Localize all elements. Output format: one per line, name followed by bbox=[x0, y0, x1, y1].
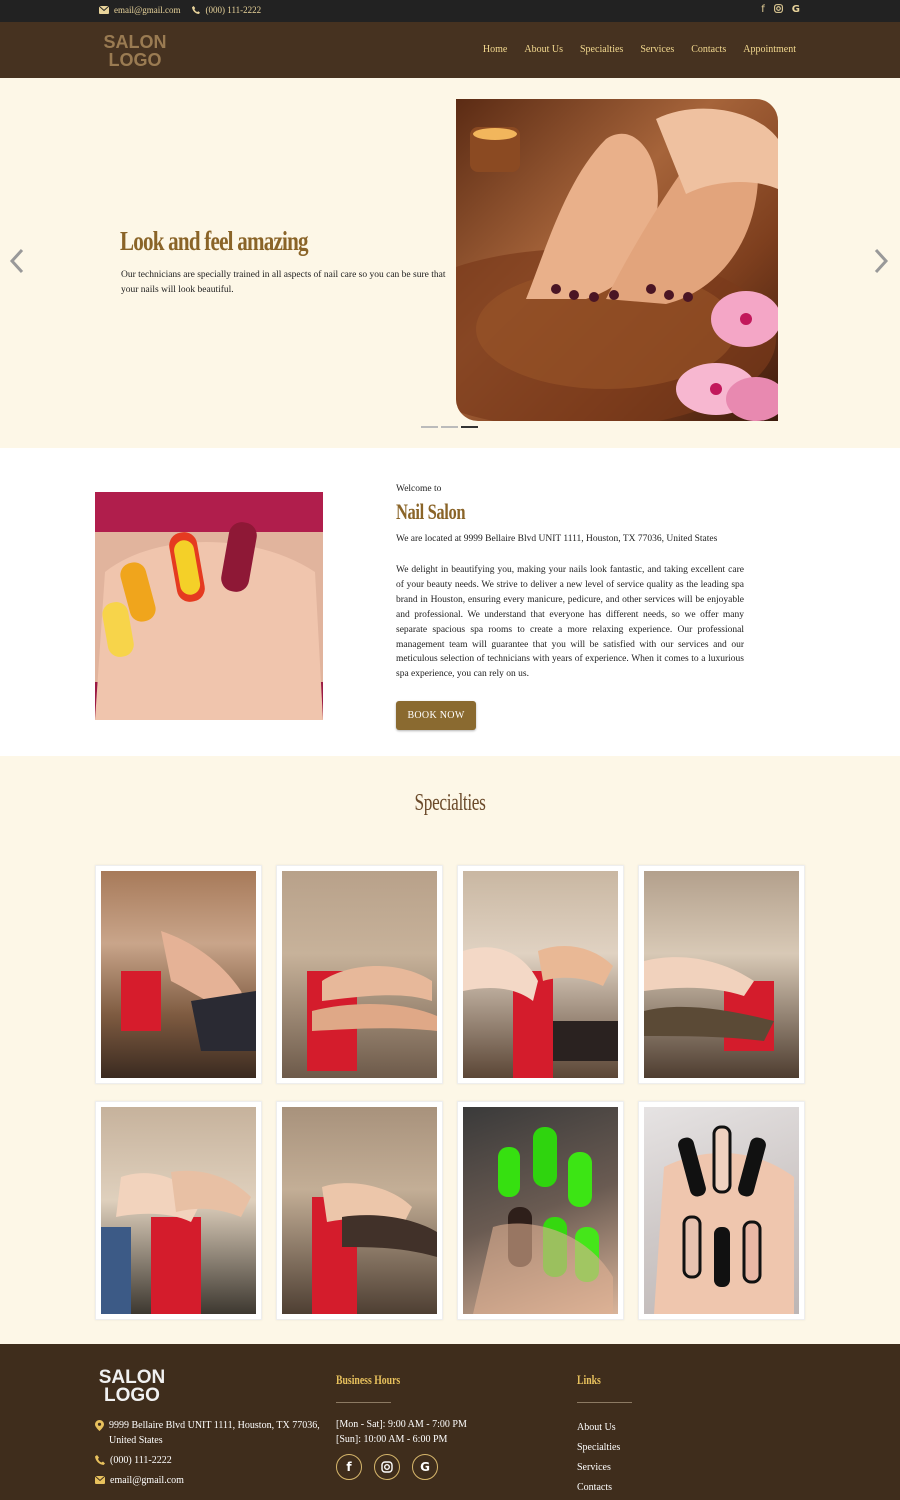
specialties-title: Specialties bbox=[414, 790, 486, 816]
google-icon[interactable]: G bbox=[412, 1454, 438, 1480]
nav-contacts[interactable]: Contacts bbox=[691, 44, 726, 55]
top-contact: email@gmail.com (000) 111-2222 bbox=[99, 5, 261, 15]
specialty-card[interactable] bbox=[457, 865, 624, 1084]
top-social: f G bbox=[761, 4, 800, 16]
specialty-card[interactable] bbox=[95, 865, 262, 1084]
footer-logo-line2: LOGO bbox=[104, 1385, 160, 1406]
footer-links: About Us Specialties Services Contacts bbox=[577, 1418, 620, 1498]
business-hours-title: Business Hours bbox=[336, 1372, 401, 1387]
about-section: Welcome to Nail Salon We are located at … bbox=[0, 448, 900, 756]
specialty-photo bbox=[644, 871, 799, 1078]
hours-mon-sat: [Mon - Sat]: 9:00 AM - 7:00 PM bbox=[336, 1419, 467, 1430]
divider bbox=[577, 1402, 632, 1403]
specialty-card[interactable] bbox=[276, 865, 443, 1084]
hero-title: Look and feel amazing bbox=[120, 226, 309, 256]
slide-indicator-1[interactable] bbox=[421, 426, 438, 428]
logo[interactable]: SALON LOGO bbox=[100, 33, 170, 69]
phone-icon bbox=[95, 1455, 105, 1465]
chevron-right-icon[interactable] bbox=[872, 248, 890, 274]
specialty-photo bbox=[282, 1107, 437, 1314]
footer-contact: 9999 Bellaire Blvd UNIT 1111, Houston, T… bbox=[95, 1418, 330, 1493]
specialty-photo bbox=[282, 871, 437, 1078]
footer-logo[interactable]: SALON LOGO bbox=[97, 1368, 167, 1406]
map-pin-icon bbox=[95, 1420, 104, 1431]
hours-sun: [Sun]: 10:00 AM - 6:00 PM bbox=[336, 1434, 448, 1445]
divider bbox=[336, 1402, 391, 1403]
specialty-photo bbox=[101, 871, 256, 1078]
envelope-icon bbox=[95, 1476, 105, 1484]
business-hours: [Mon - Sat]: 9:00 AM - 7:00 PM [Sun]: 10… bbox=[336, 1417, 467, 1447]
google-icon[interactable]: G bbox=[792, 4, 800, 16]
slider-indicators bbox=[421, 426, 478, 428]
slide-indicator-3[interactable] bbox=[461, 426, 478, 428]
links-title: Links bbox=[577, 1372, 601, 1387]
about-address: We are located at 9999 Bellaire Blvd UNI… bbox=[396, 534, 718, 544]
envelope-icon bbox=[99, 6, 109, 14]
top-phone[interactable]: (000) 111-2222 bbox=[191, 5, 262, 15]
specialty-card[interactable] bbox=[638, 865, 805, 1084]
footer: SALON LOGO 9999 Bellaire Blvd UNIT 1111,… bbox=[0, 1344, 900, 1500]
hero-slider: Look and feel amazing Our technicians ar… bbox=[0, 78, 900, 448]
facebook-icon[interactable]: f bbox=[761, 4, 765, 16]
book-now-button[interactable]: BOOK NOW bbox=[396, 701, 476, 730]
footer-link-about-us[interactable]: About Us bbox=[577, 1418, 620, 1438]
hero-text: Our technicians are specially trained in… bbox=[121, 270, 446, 295]
instagram-icon[interactable] bbox=[374, 1454, 400, 1480]
specialty-card[interactable] bbox=[95, 1101, 262, 1320]
nav-services[interactable]: Services bbox=[640, 44, 674, 55]
about-description: We delight in beautifying you, making yo… bbox=[396, 565, 744, 680]
instagram-icon[interactable] bbox=[773, 4, 783, 16]
specialty-photo bbox=[463, 871, 618, 1078]
main-nav: Home About Us Specialties Services Conta… bbox=[483, 44, 796, 55]
specialty-card[interactable] bbox=[276, 1101, 443, 1320]
footer-social: f G bbox=[336, 1454, 438, 1480]
footer-address: 9999 Bellaire Blvd UNIT 1111, Houston, T… bbox=[109, 1420, 320, 1446]
nav-specialties[interactable]: Specialties bbox=[580, 44, 623, 55]
nav-home[interactable]: Home bbox=[483, 44, 507, 55]
footer-link-contacts[interactable]: Contacts bbox=[577, 1478, 620, 1498]
slide-indicator-2[interactable] bbox=[441, 426, 458, 428]
welcome-text: Welcome to bbox=[396, 484, 442, 494]
footer-link-specialties[interactable]: Specialties bbox=[577, 1438, 620, 1458]
header: SALON LOGO Home About Us Specialties Ser… bbox=[0, 22, 900, 78]
top-phone-text: (000) 111-2222 bbox=[205, 5, 262, 15]
footer-email[interactable]: email@gmail.com bbox=[110, 1473, 184, 1488]
about-image bbox=[95, 492, 323, 720]
facebook-icon[interactable]: f bbox=[336, 1454, 362, 1480]
logo-line1: SALON bbox=[103, 32, 167, 52]
nav-appointment[interactable]: Appointment bbox=[743, 44, 796, 55]
nav-about-us[interactable]: About Us bbox=[524, 44, 563, 55]
specialty-card[interactable] bbox=[638, 1101, 805, 1320]
specialty-card[interactable] bbox=[457, 1101, 624, 1320]
specialty-photo bbox=[101, 1107, 256, 1314]
footer-phone[interactable]: (000) 111-2222 bbox=[110, 1453, 172, 1468]
logo-line2: LOGO bbox=[108, 50, 162, 70]
about-title: Nail Salon bbox=[396, 499, 466, 524]
specialty-photo bbox=[463, 1107, 618, 1314]
top-email[interactable]: email@gmail.com bbox=[99, 5, 181, 15]
specialty-photo bbox=[644, 1107, 799, 1314]
footer-link-services[interactable]: Services bbox=[577, 1458, 620, 1478]
top-bar: email@gmail.com (000) 111-2222 f G bbox=[0, 0, 900, 22]
hero-image bbox=[456, 99, 778, 421]
chevron-left-icon[interactable] bbox=[8, 248, 26, 274]
phone-icon bbox=[191, 6, 200, 14]
specialties-section: Specialties bbox=[0, 756, 900, 1344]
top-email-text: email@gmail.com bbox=[114, 5, 181, 15]
